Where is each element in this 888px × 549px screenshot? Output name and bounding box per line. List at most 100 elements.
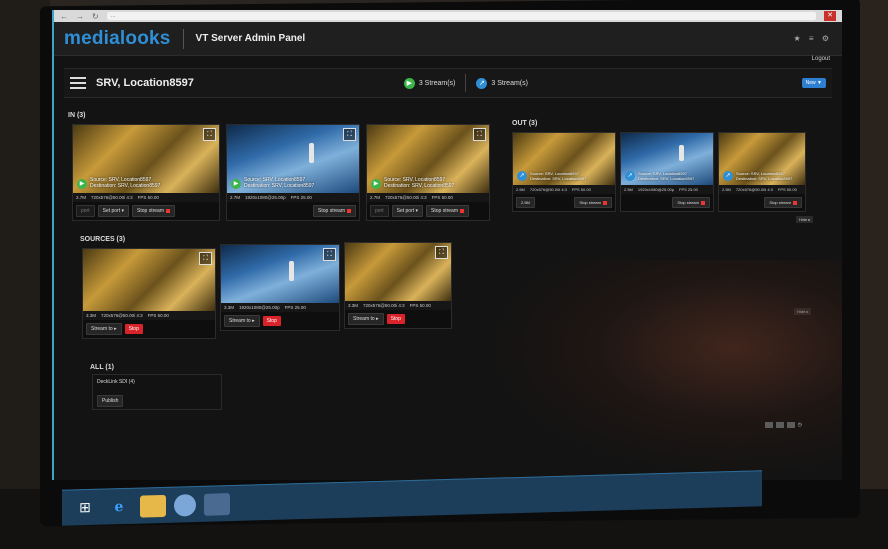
port-field[interactable]: port — [370, 205, 389, 217]
browser-extension-icons[interactable]: ★ ≡ ⚙ — [794, 34, 832, 43]
stop-stream-button[interactable]: Stop stream — [574, 197, 612, 208]
back-icon[interactable]: ← — [60, 12, 68, 21]
logout-row: Logout — [54, 56, 842, 68]
menu-icon[interactable] — [70, 77, 86, 89]
windows-start-icon[interactable]: ⊞ — [72, 496, 98, 519]
monitor-screen: ← → ↻ ... ✕ medialooks VT Server Admin P… — [52, 10, 842, 480]
stream-source-text: Source: SRV, Location8597 Destination: S… — [384, 177, 454, 189]
out-hide-button[interactable]: Hide ▸ — [796, 216, 814, 223]
stream-thumbnail: ↗ Source: SRV, Location8597 Destination:… — [621, 133, 713, 185]
stream-source-overlay: ↗ Source: SRV, Location8597 Destination:… — [517, 171, 586, 181]
stop-icon — [793, 200, 797, 205]
stop-source-button[interactable]: Stop — [386, 314, 405, 324]
stop-stream-button[interactable]: Stop stream — [764, 197, 802, 208]
stream-destination: Destination: SRV, Location8597 — [244, 183, 315, 189]
stream-bitrate: 2.5M — [722, 187, 731, 192]
stream-to-button[interactable]: Stream to ▸ — [86, 323, 122, 335]
stream-bitrate: 2.5M — [516, 187, 525, 192]
in-stream-card: ⛶ ▶ Source: SRV, Location8597 Destinatio… — [366, 124, 490, 221]
stream-format: 1920x1080@25.00p — [637, 187, 674, 192]
stream-actions: Stop stream — [719, 194, 805, 211]
source-card: ⛶ 3.3M 1920x1080@25.00p FPS 25.00 Stream… — [220, 244, 340, 331]
source-format: 720x576@50.00i 4:3 — [363, 303, 405, 308]
output-bitrate-field[interactable]: 2.5M — [516, 197, 535, 208]
set-port-button[interactable]: Set port ▾ — [97, 205, 130, 217]
stream-fps: FPS 50.00 — [431, 195, 453, 200]
in-stream-card: ⛶ ▶ Source: SRV, Location8597 Destinatio… — [72, 124, 220, 221]
device-card: DeckLink SDI (4) Publish — [92, 374, 222, 410]
address-bar[interactable]: ... — [106, 12, 816, 20]
stream-source-text: Source: SRV, Location8597 Destination: S… — [530, 171, 586, 181]
tray-icon[interactable] — [786, 422, 795, 428]
stream-thumbnail: ↗ Source: SRV, Location8597 Destination:… — [719, 133, 805, 185]
stream-to-button[interactable]: Stream to ▸ — [348, 313, 384, 325]
stop-stream-label: Stop stream — [769, 200, 791, 205]
stop-icon — [603, 200, 607, 205]
in-stream-icon: ▶ — [371, 179, 381, 189]
stream-destination: Destination: SRV, Location8597 — [736, 176, 793, 181]
out-stream-icon: ↗ — [723, 171, 733, 181]
stream-bitrate: 2.7M — [76, 195, 87, 200]
fullscreen-icon[interactable]: ⛶ — [343, 128, 356, 141]
stop-stream-button[interactable]: Stop stream — [426, 205, 470, 217]
source-thumbnail: ⛶ — [221, 245, 339, 303]
stream-stats: 2.7M 1920x1080@25.00p FPS 25.00 — [227, 193, 359, 202]
source-stats: 3.3M 720x576@50.00i 4:3 FPS 50.00 — [83, 311, 215, 320]
source-bitrate: 3.3M — [224, 305, 235, 310]
fullscreen-icon[interactable]: ⛶ — [435, 246, 448, 259]
publish-button[interactable]: Publish — [97, 395, 124, 407]
sources-hide-button[interactable]: Hide ▸ — [794, 308, 812, 315]
stream-to-button[interactable]: Stream to ▸ — [224, 315, 260, 327]
stop-stream-button[interactable]: Stop stream — [672, 197, 710, 208]
fullscreen-icon[interactable]: ⛶ — [323, 248, 336, 261]
set-port-button[interactable]: Set port ▾ — [391, 205, 424, 217]
stream-stats: 2.5M 720x576@50.00i 4:3 FPS 50.00 — [719, 185, 805, 194]
tray-icon[interactable] — [764, 422, 773, 428]
fullscreen-icon[interactable]: ⛶ — [473, 128, 486, 141]
reload-icon[interactable]: ↻ — [92, 12, 99, 21]
system-tray: ◷ — [764, 422, 802, 428]
in-stream-icon: ▶ — [403, 77, 415, 89]
chrome-icon[interactable] — [174, 493, 196, 517]
stream-thumbnail: ⛶ ▶ Source: SRV, Location8597 Destinatio… — [367, 125, 489, 193]
remote-desktop-icon[interactable] — [204, 492, 230, 516]
forward-icon[interactable]: → — [76, 12, 84, 21]
out-stream-icon: ↗ — [517, 171, 527, 181]
stop-icon — [347, 208, 351, 213]
source-card: ⛶ 3.3M 720x576@50.00i 4:3 FPS 50.00 Stre… — [82, 248, 216, 339]
source-thumbnail: ⛶ — [83, 249, 215, 311]
port-field[interactable]: port — [76, 205, 95, 217]
stop-stream-button[interactable]: Stop stream — [132, 205, 176, 217]
stop-icon — [701, 200, 705, 205]
stop-source-button[interactable]: Stop — [262, 316, 281, 326]
stream-thumbnail: ⛶ ▶ Source: SRV, Location8597 Destinatio… — [73, 125, 219, 193]
source-format: 1920x1080@25.00p — [239, 305, 280, 310]
stream-actions: Stop stream — [227, 202, 359, 220]
stop-source-button[interactable]: Stop — [124, 324, 143, 334]
stop-icon — [166, 208, 171, 213]
stream-source-overlay: ▶ Source: SRV, Location8597 Destination:… — [371, 177, 454, 189]
tray-icon[interactable] — [775, 422, 784, 428]
stream-format: 720x576@50.00i 4:3 — [529, 187, 567, 192]
internet-explorer-icon[interactable]: e — [106, 495, 132, 518]
file-explorer-icon[interactable] — [140, 494, 166, 518]
stop-stream-label: Stop stream — [431, 208, 459, 214]
stream-format: 720x576@50.00i 4:3 — [385, 195, 427, 200]
out-stream-count: ↗ 3 Stream(s) — [476, 77, 528, 89]
medialooks-logo: medialooks — [64, 27, 171, 49]
fullscreen-icon[interactable]: ⛶ — [203, 128, 216, 141]
stream-source-text: Source: SRV, Location8597 Destination: S… — [244, 177, 314, 189]
logout-link[interactable]: Logout — [812, 56, 830, 62]
presenter-figure — [309, 143, 314, 163]
source-fps: FPS 50.00 — [409, 303, 431, 308]
fullscreen-icon[interactable]: ⛶ — [199, 252, 212, 265]
stop-stream-button[interactable]: Stop stream — [313, 205, 356, 217]
stream-stats: 2.5M 720x576@50.00i 4:3 FPS 50.00 — [513, 185, 615, 194]
new-button[interactable]: New ▼ — [801, 78, 826, 88]
close-window-icon[interactable]: ✕ — [824, 11, 836, 21]
stop-stream-label: Stop stream — [318, 208, 345, 214]
out-stream-card: ↗ Source: SRV, Location8597 Destination:… — [718, 132, 806, 212]
browser-toolbar: ← → ↻ ... ✕ — [54, 10, 842, 22]
in-stream-count-label: 3 Stream(s) — [418, 79, 456, 87]
stream-format: 720x576@50.00i 4:3 — [91, 195, 133, 200]
